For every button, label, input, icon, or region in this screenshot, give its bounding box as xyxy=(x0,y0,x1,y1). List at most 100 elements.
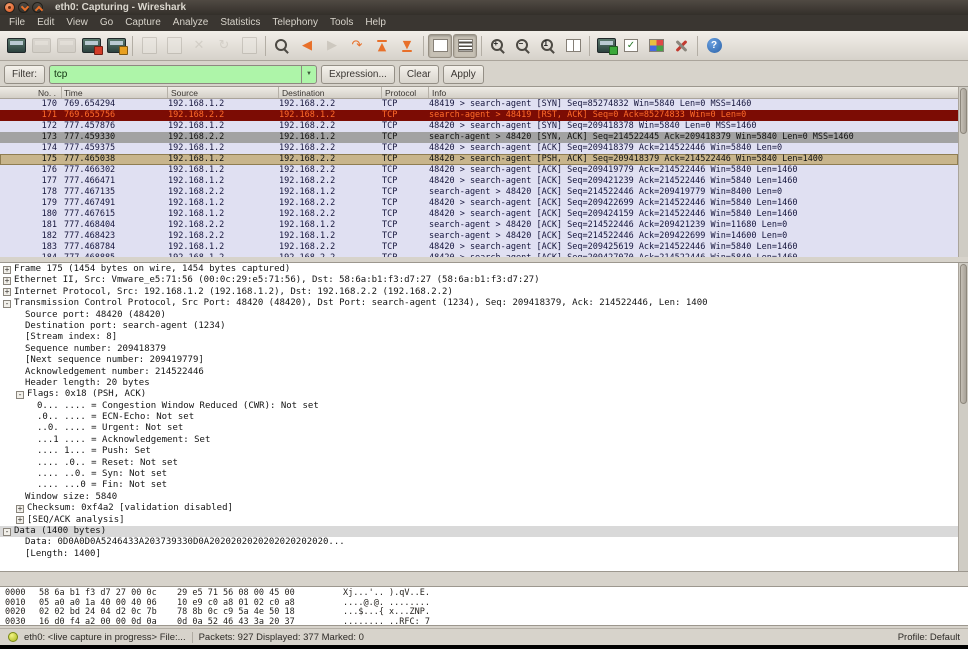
detail-line[interactable]: Destination port: search-agent (1234) xyxy=(0,321,958,332)
open-capture-file-button[interactable] xyxy=(137,34,161,58)
menu-item-analyze[interactable]: Analyze xyxy=(167,15,215,31)
column-header-info[interactable]: Info xyxy=(429,87,958,98)
find-packet-button[interactable] xyxy=(270,34,294,58)
go-to-top-button[interactable]: ▲ xyxy=(370,34,394,58)
detail-line[interactable]: +Internet Protocol, Src: 192.168.1.2 (19… xyxy=(0,287,958,298)
go-to-packet-button[interactable]: ↷ xyxy=(345,34,369,58)
help-button[interactable]: ? xyxy=(702,34,726,58)
detail-line[interactable]: ..0. .... = Urgent: Not set xyxy=(0,423,958,434)
detail-line[interactable]: +Ethernet II, Src: Vmware_e5:71:56 (00:0… xyxy=(0,275,958,286)
column-header-dst[interactable]: Destination xyxy=(279,87,382,98)
collapse-icon[interactable]: - xyxy=(3,528,11,536)
go-forward-button[interactable]: ▶ xyxy=(320,34,344,58)
detail-line[interactable]: Acknowledgement number: 214522446 xyxy=(0,367,958,378)
preferences-button[interactable] xyxy=(669,34,693,58)
detail-line[interactable]: +Checksum: 0xf4a2 [validation disabled] xyxy=(0,503,958,514)
detail-line[interactable]: -Flags: 0x18 (PSH, ACK) xyxy=(0,389,958,400)
save-capture-file-button[interactable] xyxy=(162,34,186,58)
clear-button[interactable]: Clear xyxy=(399,65,439,84)
menu-item-go[interactable]: Go xyxy=(94,15,119,31)
packet-row[interactable]: 175777.465038192.168.1.2192.168.2.2TCP48… xyxy=(0,154,958,165)
collapse-icon[interactable]: - xyxy=(16,391,24,399)
packet-row[interactable]: 173777.459330192.168.2.2192.168.1.2TCPse… xyxy=(0,132,958,143)
detail-line[interactable]: -Data (1400 bytes) xyxy=(0,526,958,537)
filter-label-button[interactable]: Filter: xyxy=(4,65,45,84)
detail-line[interactable]: Window size: 5840 xyxy=(0,492,958,503)
zoom-100-button[interactable]: 1 xyxy=(536,34,560,58)
packet-row[interactable]: 182777.468423192.168.2.2192.168.1.2TCPse… xyxy=(0,231,958,242)
column-header-time[interactable]: Time xyxy=(62,87,168,98)
detail-line[interactable]: +[SEQ/ACK analysis] xyxy=(0,515,958,526)
detail-line[interactable]: -Transmission Control Protocol, Src Port… xyxy=(0,298,958,309)
packet-row[interactable]: 172777.457876192.168.1.2192.168.2.2TCP48… xyxy=(0,121,958,132)
expression-button[interactable]: Expression... xyxy=(321,65,395,84)
detail-line[interactable]: ...1 .... = Acknowledgement: Set xyxy=(0,435,958,446)
apply-button[interactable]: Apply xyxy=(443,65,484,84)
menu-item-capture[interactable]: Capture xyxy=(119,15,167,31)
hex-row[interactable]: 003016 d0 f4 a2 00 00 0d 0a0d 0a 52 46 4… xyxy=(5,618,968,628)
detail-line[interactable]: .... .0.. = Reset: Not set xyxy=(0,458,958,469)
packet-list-scrollbar-thumb[interactable] xyxy=(960,88,967,134)
expand-icon[interactable]: + xyxy=(3,288,11,296)
column-header-proto[interactable]: Protocol xyxy=(382,87,429,98)
detail-line[interactable]: 0... .... = Congestion Window Reduced (C… xyxy=(0,401,958,412)
detail-line[interactable]: .... ...0 = Fin: Not set xyxy=(0,480,958,491)
packet-row[interactable]: 170769.654294192.168.1.2192.168.2.2TCP48… xyxy=(0,99,958,110)
start-capture-button[interactable] xyxy=(54,34,78,58)
packet-row[interactable]: 177777.466471192.168.1.2192.168.2.2TCP48… xyxy=(0,176,958,187)
reload-capture-file-button[interactable]: ↻ xyxy=(212,34,236,58)
capture-filter-button[interactable] xyxy=(594,34,618,58)
packet-row[interactable]: 174777.459375192.168.1.2192.168.2.2TCP48… xyxy=(0,143,958,154)
collapse-icon[interactable]: - xyxy=(3,300,11,308)
detail-line[interactable]: .... ..0. = Syn: Not set xyxy=(0,469,958,480)
restart-capture-button[interactable] xyxy=(104,34,128,58)
menu-item-help[interactable]: Help xyxy=(359,15,392,31)
packet-row[interactable]: 180777.467615192.168.1.2192.168.2.2TCP48… xyxy=(0,209,958,220)
packet-row[interactable]: 176777.466302192.168.1.2192.168.2.2TCP48… xyxy=(0,165,958,176)
colorize-packet-list-button[interactable] xyxy=(428,34,452,58)
expand-icon[interactable]: + xyxy=(3,277,11,285)
packet-row[interactable]: 171769.655756192.168.2.2192.168.1.2TCPse… xyxy=(0,110,958,121)
menu-item-tools[interactable]: Tools xyxy=(324,15,359,31)
detail-line[interactable]: [Stream index: 8] xyxy=(0,332,958,343)
go-to-bottom-button[interactable]: ▼ xyxy=(395,34,419,58)
expand-icon[interactable]: + xyxy=(16,516,24,524)
detail-line[interactable]: Header length: 20 bytes xyxy=(0,378,958,389)
detail-line[interactable]: Source port: 48420 (48420) xyxy=(0,310,958,321)
coloring-rules-button[interactable] xyxy=(644,34,668,58)
detail-line[interactable]: .0.. .... = ECN-Echo: Not set xyxy=(0,412,958,423)
auto-scroll-live-button[interactable] xyxy=(453,34,477,58)
column-header-no[interactable]: No. . xyxy=(0,87,62,98)
filter-input[interactable] xyxy=(49,65,301,84)
zoom-out-button[interactable]: − xyxy=(511,34,535,58)
detail-line[interactable]: [Next sequence number: 209419779] xyxy=(0,355,958,366)
packet-row[interactable]: 181777.468404192.168.2.2192.168.1.2TCPse… xyxy=(0,220,958,231)
menu-item-telephony[interactable]: Telephony xyxy=(266,15,324,31)
stop-capture-button[interactable] xyxy=(79,34,103,58)
packet-row[interactable]: 179777.467491192.168.1.2192.168.2.2TCP48… xyxy=(0,198,958,209)
detail-line[interactable]: Data: 0D0A0D0A5246433A203739330D0A202020… xyxy=(0,537,958,548)
expand-icon[interactable]: + xyxy=(3,266,11,274)
detail-line[interactable]: Sequence number: 209418379 xyxy=(0,344,958,355)
pane-splitter-bottom[interactable] xyxy=(0,572,968,586)
zoom-in-button[interactable]: + xyxy=(486,34,510,58)
menu-item-statistics[interactable]: Statistics xyxy=(214,15,266,31)
capture-options-button[interactable] xyxy=(29,34,53,58)
packet-list-scrollbar[interactable] xyxy=(958,87,968,257)
print-packet-button[interactable] xyxy=(237,34,261,58)
menu-item-file[interactable]: File xyxy=(3,15,31,31)
maximize-window-icon[interactable] xyxy=(32,2,43,13)
packet-row[interactable]: 183777.468784192.168.1.2192.168.2.2TCP48… xyxy=(0,242,958,253)
filter-dropdown-button[interactable]: ▼ xyxy=(301,65,317,84)
go-back-button[interactable]: ◀ xyxy=(295,34,319,58)
expand-icon[interactable]: + xyxy=(16,505,24,513)
close-window-icon[interactable] xyxy=(4,2,15,13)
display-filter-button[interactable]: ✓ xyxy=(619,34,643,58)
packet-row[interactable]: 178777.467135192.168.2.2192.168.1.2TCPse… xyxy=(0,187,958,198)
details-scrollbar[interactable] xyxy=(958,263,968,571)
column-header-src[interactable]: Source xyxy=(168,87,279,98)
details-scrollbar-thumb[interactable] xyxy=(960,264,967,404)
resize-columns-button[interactable] xyxy=(561,34,585,58)
minimize-window-icon[interactable] xyxy=(18,2,29,13)
list-interfaces-button[interactable] xyxy=(4,34,28,58)
